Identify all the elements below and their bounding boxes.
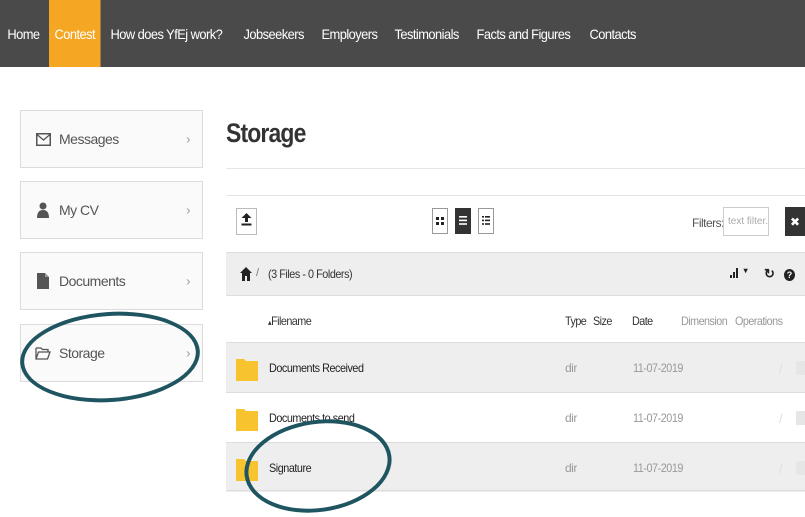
table-row[interactable]: Documents to send dir 11-07-2019 / (226, 392, 805, 442)
path-separator: / (256, 267, 260, 279)
date-column-header[interactable]: Date (632, 314, 653, 328)
sidebar-item-label: Storage (59, 345, 105, 361)
filename-column-header[interactable]: ▴Filename (268, 314, 312, 328)
file-name[interactable]: Documents to send (269, 411, 355, 425)
table-row[interactable]: Signature dir 11-07-2019 / (226, 442, 805, 492)
chevron-right-icon: › (186, 131, 190, 147)
nav-employers[interactable]: Employers (316, 0, 383, 67)
folder-summary: (3 Files - 0 Folders) (268, 267, 353, 281)
list-view-icon (459, 212, 467, 230)
trash-icon[interactable] (796, 361, 805, 375)
nav-facts-and-figures[interactable]: Facts and Figures (471, 0, 576, 67)
table-row[interactable]: Documents Received dir 11-07-2019 / (226, 342, 805, 392)
nav-testimonials[interactable]: Testimonials (389, 0, 464, 67)
clear-filter-button[interactable]: ✖ (785, 207, 805, 236)
table-bottom-divider (226, 490, 805, 491)
top-navigation: Home Contest How does YfEj work? Jobseek… (0, 0, 805, 67)
chevron-right-icon: › (186, 345, 190, 361)
filters-label: Filters: (692, 216, 725, 230)
detail-view-icon (482, 212, 490, 230)
file-name[interactable]: Signature (269, 461, 312, 475)
sidebar-item-messages[interactable]: Messages › (20, 110, 203, 168)
folder-icon (236, 357, 258, 381)
file-type: dir (565, 461, 577, 475)
file-toolbar: Filters: ✖ (226, 195, 805, 247)
edit-icon[interactable]: / (779, 411, 783, 426)
folder-icon (236, 457, 258, 481)
sidebar-item-my-cv[interactable]: My CV › (20, 181, 203, 239)
file-date: 11-07-2019 (633, 461, 683, 475)
file-type: dir (565, 361, 577, 375)
chevron-right-icon: › (186, 273, 190, 289)
type-column-header[interactable]: Type (565, 314, 587, 328)
file-date: 11-07-2019 (633, 411, 683, 425)
close-icon: ✖ (789, 214, 801, 229)
detail-view-button[interactable] (478, 208, 494, 234)
file-name[interactable]: Documents Received (269, 361, 364, 375)
size-column-header[interactable]: Size (593, 314, 612, 328)
grid-view-button[interactable] (432, 208, 448, 234)
table-header: ▴Filename Type Size Date Dimension Opera… (226, 296, 805, 342)
trash-icon[interactable] (796, 461, 805, 475)
nav-home[interactable]: Home (0, 0, 45, 67)
nav-jobseekers[interactable]: Jobseekers (238, 0, 309, 67)
page-title: Storage (226, 118, 306, 148)
nav-how-it-works[interactable]: How does YfEj work? (105, 0, 228, 67)
sidebar-item-label: My CV (59, 202, 99, 218)
file-type: dir (565, 411, 577, 425)
refresh-button[interactable]: ↻ (764, 266, 775, 282)
sidebar-item-label: Messages (59, 131, 119, 147)
chevron-right-icon: › (186, 202, 190, 218)
list-view-button[interactable] (455, 208, 471, 234)
filter-input[interactable] (723, 207, 769, 236)
sidebar-item-label: Documents (59, 273, 126, 289)
user-icon (35, 202, 51, 218)
sort-icon (730, 266, 744, 281)
upload-icon (241, 212, 252, 231)
folder-icon (236, 407, 258, 431)
trash-icon[interactable] (796, 411, 805, 425)
filename-header-label: Filename (271, 314, 312, 328)
operations-column-header: Operations (735, 314, 783, 328)
nav-contacts[interactable]: Contacts (584, 0, 641, 67)
folder-open-icon (35, 345, 51, 361)
dropdown-caret-icon: ▾ (743, 266, 748, 275)
document-icon (35, 273, 51, 289)
grid-view-icon (436, 212, 444, 230)
envelope-icon (35, 131, 51, 147)
help-icon: ? (784, 269, 795, 281)
sidebar-item-storage[interactable]: Storage › (20, 324, 203, 382)
nav-contest[interactable]: Contest (48, 0, 101, 67)
dimension-column-header: Dimension (681, 314, 728, 328)
refresh-icon: ↻ (764, 266, 775, 281)
help-button[interactable]: ? (784, 266, 795, 281)
sort-button[interactable]: ▾ (730, 266, 748, 281)
edit-icon[interactable]: / (779, 461, 783, 476)
title-divider (226, 168, 805, 169)
home-icon[interactable] (240, 267, 252, 281)
sidebar-item-documents[interactable]: Documents › (20, 252, 203, 310)
breadcrumb: / (3 Files - 0 Folders) ▾ ↻ ? (226, 252, 805, 296)
file-date: 11-07-2019 (633, 361, 683, 375)
edit-icon[interactable]: / (779, 361, 783, 376)
upload-button[interactable] (236, 208, 257, 235)
